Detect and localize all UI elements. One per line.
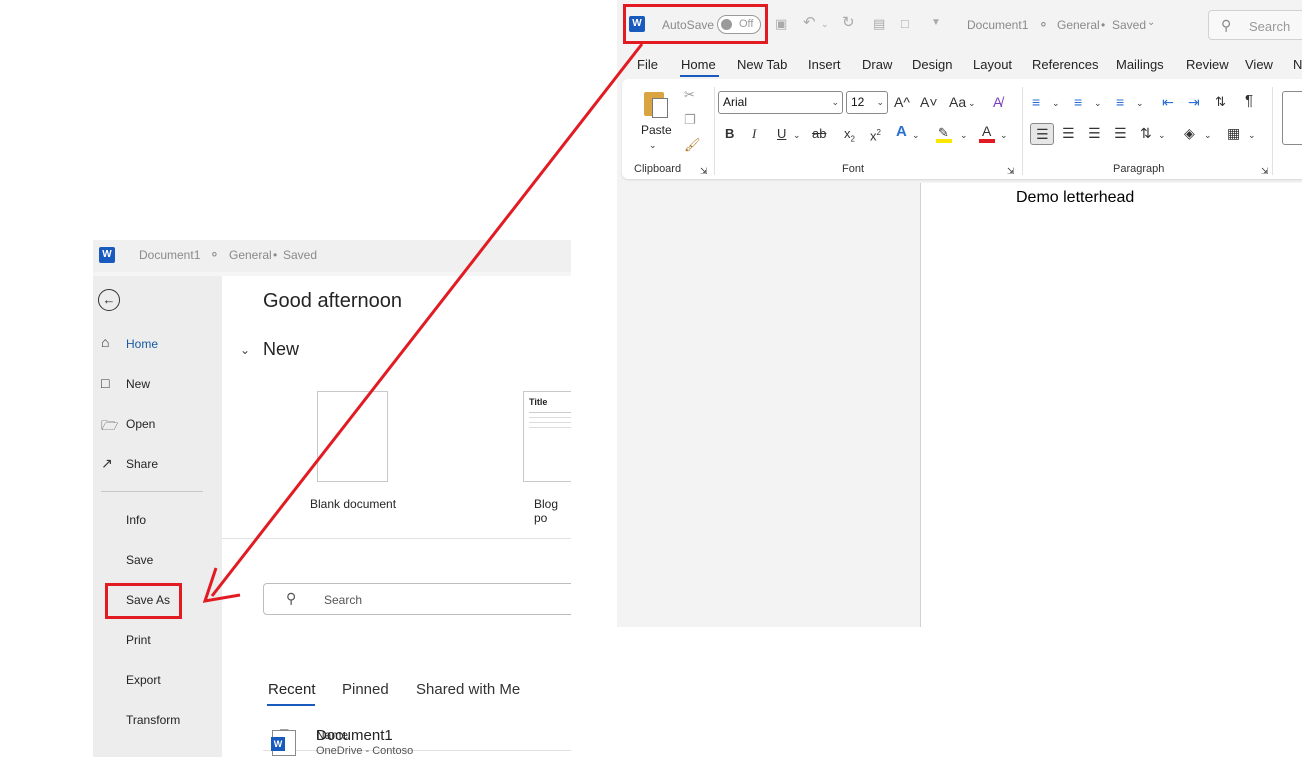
annotation-arrow [202,43,644,603]
arrow-shaft [210,43,644,597]
